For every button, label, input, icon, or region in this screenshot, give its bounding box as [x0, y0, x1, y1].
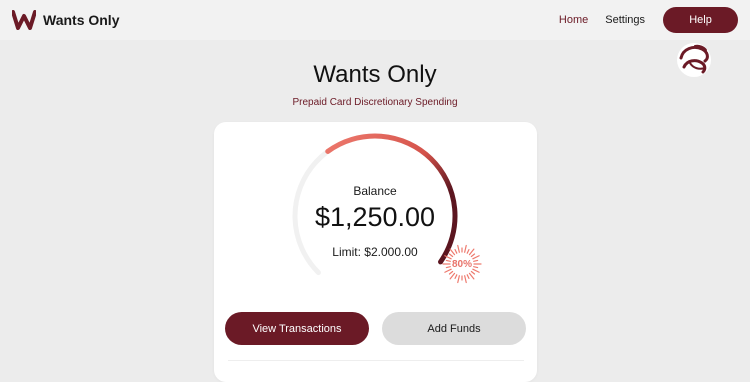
gauge-fill — [325, 133, 458, 265]
page-subtitle: Prepaid Card Discretionary Spending — [292, 97, 458, 108]
add-funds-button[interactable]: Add Funds — [382, 312, 526, 345]
nav-home-link[interactable]: Home — [559, 14, 588, 26]
balance-amount: $1,250.00 — [314, 202, 436, 232]
nav-links: Home Settings Help — [559, 0, 738, 40]
top-navbar: Wants Only Home Settings Help — [0, 0, 750, 40]
nav-settings-link[interactable]: Settings — [605, 14, 645, 26]
page-title: Wants Only — [313, 61, 437, 88]
view-transactions-button[interactable]: View Transactions — [225, 312, 369, 345]
w-logo-icon — [12, 10, 36, 30]
card-divider — [228, 360, 524, 361]
help-button[interactable]: Help — [663, 7, 738, 33]
brand[interactable]: Wants Only — [12, 10, 120, 30]
brand-name: Wants Only — [43, 12, 120, 28]
balance-label: Balance — [353, 184, 397, 198]
percent-used-label: 80% — [451, 258, 472, 270]
